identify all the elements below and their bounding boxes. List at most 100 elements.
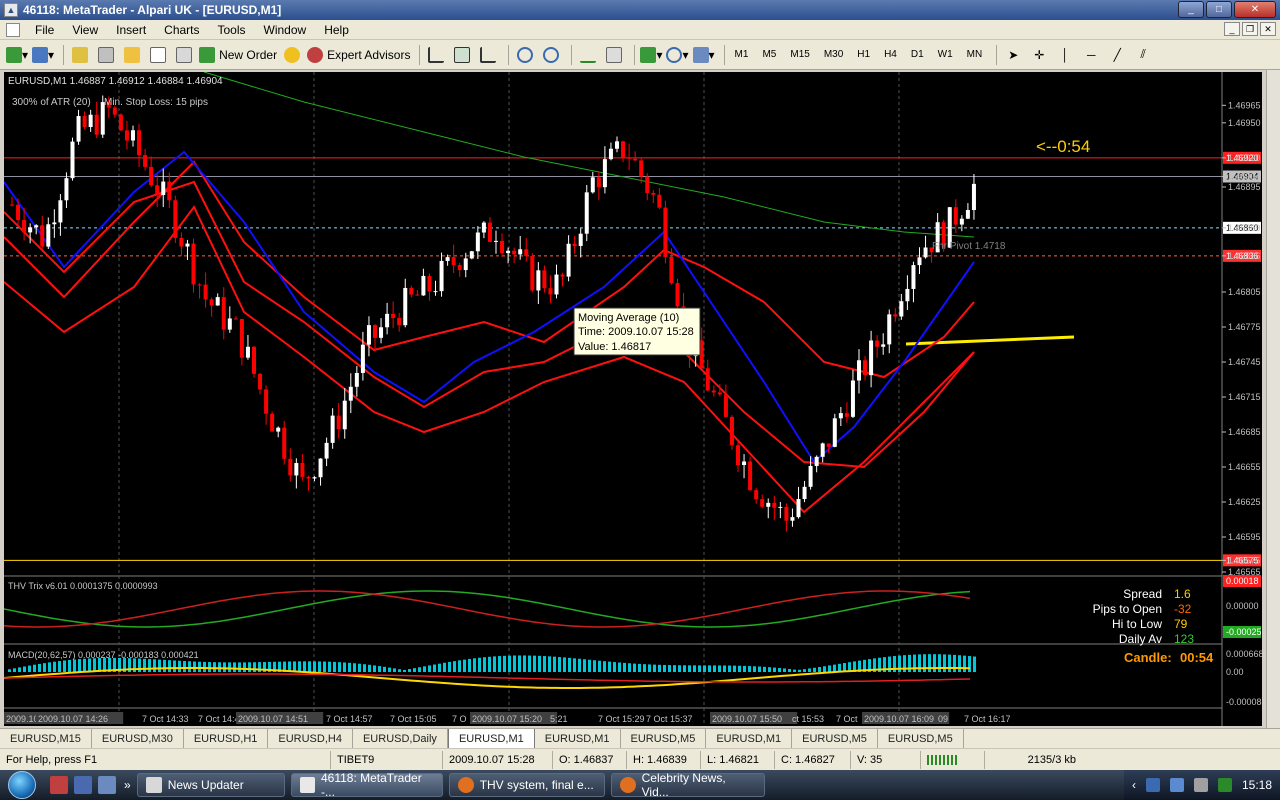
tray-volume-icon[interactable]: [1193, 778, 1208, 792]
macd-histogram-bar: [343, 662, 346, 672]
mdi-minimize-button[interactable]: _: [1224, 22, 1240, 36]
tooltip-title: Moving Average (10): [578, 312, 679, 324]
periods-button[interactable]: ▾: [666, 44, 689, 66]
cursor-tool-button[interactable]: ➤: [1002, 44, 1024, 66]
candle-body: [784, 506, 789, 521]
horizontal-line-button[interactable]: ─: [1080, 44, 1102, 66]
tab-eurusd-h4[interactable]: EURUSD,H4: [268, 729, 353, 748]
tray-security-icon[interactable]: [1217, 778, 1232, 792]
macd-histogram-bar: [658, 664, 661, 672]
trendline-button[interactable]: ╱: [1106, 44, 1128, 66]
bar-chart-button[interactable]: [425, 44, 447, 66]
pivot-label: Fhr Pivot 1.4718: [932, 241, 1006, 252]
tray-app-icon[interactable]: [1145, 778, 1160, 792]
tab-eurusd-m15[interactable]: EURUSD,M15: [0, 729, 92, 748]
tab-eurusd-m1-active[interactable]: EURUSD,M1: [447, 729, 535, 749]
quicklaunch-more-icon[interactable]: »: [124, 778, 131, 792]
new-order-button[interactable]: New Order: [199, 44, 277, 66]
candle-body: [705, 368, 710, 391]
chart-document-icon[interactable]: [6, 22, 20, 37]
task-celebrity-news[interactable]: Celebrity News, Vid...: [610, 771, 765, 799]
timeframe-m30[interactable]: M30: [819, 44, 848, 66]
menu-view[interactable]: View: [63, 23, 107, 37]
close-button[interactable]: ✕: [1234, 1, 1276, 18]
candle-body: [318, 458, 323, 478]
strategy-tester-icon: [176, 46, 193, 63]
tab-eurusd-m30[interactable]: EURUSD,M30: [92, 729, 184, 748]
templates-button[interactable]: ▾: [692, 44, 715, 66]
mdi-close-button[interactable]: ✕: [1260, 22, 1276, 36]
macd-histogram-bar: [968, 656, 971, 672]
menu-file[interactable]: File: [26, 23, 63, 37]
menu-tools[interactable]: Tools: [209, 23, 255, 37]
favorites-button[interactable]: [121, 44, 143, 66]
tab-eurusd-m5[interactable]: EURUSD,M5: [792, 729, 878, 748]
candle-body: [760, 499, 765, 507]
vertical-line-button[interactable]: │: [1054, 44, 1076, 66]
expert-advisors-button[interactable]: Expert Advisors: [307, 44, 410, 66]
time-tick-label: 7 Oct 15:29: [598, 714, 645, 724]
tab-eurusd-m5[interactable]: EURUSD,M5: [621, 729, 707, 748]
macd-histogram-bar: [218, 662, 221, 672]
chart-vertical-scrollbar[interactable]: [1266, 70, 1280, 728]
quicklaunch-app-icon[interactable]: [50, 776, 68, 794]
macd-histogram-bar: [323, 661, 326, 672]
timeframe-d1[interactable]: D1: [906, 44, 929, 66]
timeframe-w1[interactable]: W1: [933, 44, 958, 66]
quicklaunch-switch-icon[interactable]: [98, 776, 116, 794]
task-thv-system[interactable]: THV system, final e...: [448, 773, 605, 797]
macd-histogram-bar: [153, 659, 156, 672]
menu-charts[interactable]: Charts: [155, 23, 208, 37]
timeframe-m5[interactable]: M5: [757, 44, 781, 66]
tab-eurusd-m5[interactable]: EURUSD,M5: [878, 729, 964, 748]
menu-window[interactable]: Window: [255, 23, 316, 37]
tab-eurusd-h1[interactable]: EURUSD,H1: [184, 729, 269, 748]
auto-scroll-button[interactable]: [577, 44, 599, 66]
macd-histogram-bar: [173, 660, 176, 672]
timeframe-m1[interactable]: M1: [730, 44, 754, 66]
time-tick-label: 5:21: [550, 714, 568, 724]
price-tick-label: 1.46595: [1228, 532, 1261, 542]
metaeditor-button[interactable]: [281, 44, 303, 66]
market-watch-button[interactable]: [69, 44, 91, 66]
timeframe-mn[interactable]: MN: [962, 44, 988, 66]
task-metatrader[interactable]: 46118: MetaTrader -...: [290, 771, 443, 799]
candlestick-button[interactable]: [451, 44, 473, 66]
new-chart-button[interactable]: ▾: [6, 44, 28, 66]
terminal-button[interactable]: [147, 44, 169, 66]
quicklaunch-desktop-icon[interactable]: [74, 776, 92, 794]
timeframe-h4[interactable]: H4: [879, 44, 902, 66]
tray-network-icon[interactable]: [1169, 778, 1184, 792]
tab-eurusd-daily[interactable]: EURUSD,Daily: [353, 729, 448, 748]
candle-body: [584, 192, 589, 234]
strategy-tester-button[interactable]: [173, 44, 195, 66]
line-chart-button[interactable]: [477, 44, 499, 66]
chart-window: 1.46920 1.46904 1.46860 1.46836 1.46575 0.00…: [0, 70, 1280, 728]
zoom-in-button[interactable]: [514, 44, 536, 66]
mdi-restore-button[interactable]: ❐: [1242, 22, 1258, 36]
task-news-updater[interactable]: News Updater: [136, 773, 285, 797]
menu-insert[interactable]: Insert: [107, 23, 155, 37]
timeframe-h1[interactable]: H1: [852, 44, 875, 66]
taskbar-clock[interactable]: 15:18: [1242, 778, 1272, 792]
chart-shift-button[interactable]: [603, 44, 625, 66]
zoom-out-button[interactable]: [540, 44, 562, 66]
candle-body: [167, 181, 172, 201]
menu-help[interactable]: Help: [315, 23, 358, 37]
start-button[interactable]: [0, 770, 44, 800]
cursor-icon: ➤: [1008, 47, 1019, 62]
tray-expand-icon[interactable]: ‹: [1132, 778, 1136, 792]
navigator-button[interactable]: [95, 44, 117, 66]
channel-button[interactable]: ⫽: [1132, 44, 1154, 66]
tab-eurusd-m1[interactable]: EURUSD,M1: [535, 729, 621, 748]
candle-body: [844, 413, 849, 417]
profiles-button[interactable]: ▾: [32, 44, 54, 66]
maximize-button[interactable]: □: [1206, 1, 1232, 18]
tab-eurusd-m1[interactable]: EURUSD,M1: [706, 729, 793, 748]
minimize-button[interactable]: _: [1178, 1, 1204, 18]
indicators-button[interactable]: ▾: [640, 44, 662, 66]
timeframe-m15[interactable]: M15: [785, 44, 814, 66]
candle-body: [832, 418, 837, 447]
price-chart[interactable]: 1.46920 1.46904 1.46860 1.46836 1.46575 0.00…: [4, 72, 1262, 726]
crosshair-tool-button[interactable]: ✛: [1028, 44, 1050, 66]
